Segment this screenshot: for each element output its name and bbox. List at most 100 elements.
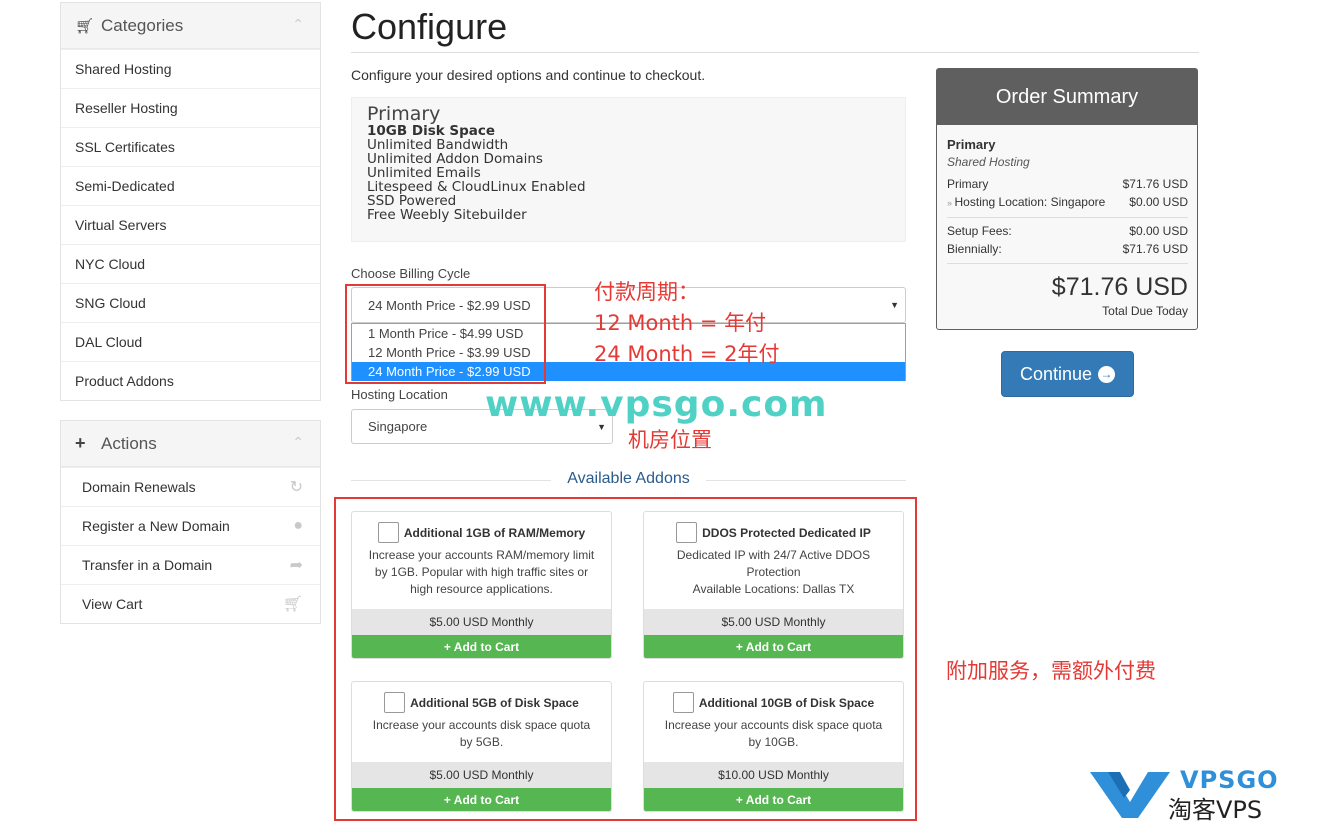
- addons-title: Available Addons: [567, 470, 690, 487]
- add-to-cart-button[interactable]: + Add to Cart: [352, 635, 611, 658]
- summary-product-name: Primary: [947, 137, 996, 152]
- sidebar-item-label: Transfer in a Domain: [82, 557, 213, 573]
- sidebar-item-ssl-certificates[interactable]: SSL Certificates: [61, 127, 320, 166]
- shopping-cart-icon: 🛒︎: [75, 17, 95, 35]
- addon-card-5gb-disk: Additional 5GB of Disk Space Increase yo…: [351, 681, 612, 812]
- product-feature: Free Weebly Sitebuilder: [367, 207, 527, 223]
- chevron-up-icon[interactable]: ⌃: [292, 434, 304, 451]
- summary-option-label: Hosting Location: Singapore: [954, 195, 1106, 209]
- annotation-location: 机房位置: [628, 428, 712, 452]
- vpsgo-logo-icon: [1090, 772, 1170, 822]
- addon-header: Additional 10GB of Disk Space: [644, 692, 903, 713]
- product-feature: Unlimited Bandwidth: [367, 137, 509, 153]
- annotation-billing-12: 12 Month = 年付: [594, 311, 767, 335]
- plus-icon: +: [443, 793, 451, 807]
- addon-price: $5.00 USD Monthly: [644, 609, 903, 635]
- sidebar-item-register-domain[interactable]: Register a New Domain ●: [61, 506, 320, 545]
- sidebar-item-virtual-servers[interactable]: Virtual Servers: [61, 205, 320, 244]
- addon-checkbox[interactable]: [377, 522, 399, 543]
- sidebar-item-view-cart[interactable]: View Cart 🛒︎: [61, 584, 320, 623]
- summary-option-value: $0.00 USD: [1129, 195, 1188, 209]
- sidebar-item-transfer-domain[interactable]: Transfer in a Domain ➦: [61, 545, 320, 584]
- arrow-right-circle-icon: →: [1098, 365, 1116, 383]
- addon-desc-line: Dedicated IP with 24/7 Active DDOS: [676, 548, 871, 562]
- add-to-cart-button[interactable]: + Add to Cart: [352, 788, 611, 811]
- actions-panel: + Actions ⌃ Domain Renewals ↻ Register a…: [60, 420, 321, 624]
- addon-card-ddos-ip: DDOS Protected Dedicated IP Dedicated IP…: [643, 511, 904, 659]
- summary-total-label: Total Due Today: [1102, 304, 1188, 318]
- sidebar-item-label: View Cart: [82, 596, 143, 612]
- addon-desc-line: by 10GB.: [748, 735, 799, 749]
- refresh-icon: ↻: [289, 479, 303, 496]
- summary-line-option: » Hosting Location: Singapore $0.00 USD: [947, 195, 1188, 209]
- page-title: Configure: [351, 6, 508, 47]
- product-feature: Litespeed & CloudLinux Enabled: [367, 179, 586, 195]
- add-to-cart-button[interactable]: + Add to Cart: [644, 635, 903, 658]
- addon-name: Additional 10GB of Disk Space: [698, 695, 875, 710]
- addon-price: $5.00 USD Monthly: [352, 609, 611, 635]
- summary-line-label: Primary: [947, 177, 989, 191]
- addon-checkbox[interactable]: [672, 692, 694, 713]
- addon-desc-line: Increase your accounts RAM/memory limit: [368, 548, 595, 562]
- categories-title: Categories: [101, 15, 184, 35]
- annotation-addons: 附加服务，需额外付费: [946, 659, 1156, 683]
- sidebar-item-sng-cloud[interactable]: SNG Cloud: [61, 283, 320, 322]
- order-summary-body: Primary Shared Hosting Primary $71.76 US…: [947, 125, 1188, 318]
- plus-icon: +: [75, 433, 86, 453]
- addon-description: Dedicated IP with 24/7 Active DDOS Prote…: [644, 547, 903, 598]
- addon-name: Additional 1GB of RAM/Memory: [403, 525, 586, 540]
- plus-icon: +: [443, 640, 451, 654]
- sidebar-item-label: Register a New Domain: [82, 518, 230, 534]
- hosting-location-value: Singapore: [368, 419, 428, 434]
- addon-card-ram: Additional 1GB of RAM/Memory Increase yo…: [351, 511, 612, 659]
- categories-header[interactable]: 🛒︎ Categories ⌃: [61, 3, 320, 49]
- chevron-up-icon[interactable]: ⌃: [292, 16, 304, 33]
- add-to-cart-button[interactable]: + Add to Cart: [644, 788, 903, 811]
- summary-line-product: Primary $71.76 USD: [947, 177, 1188, 191]
- annotation-billing-24: 24 Month = 2年付: [594, 342, 780, 366]
- continue-label: Continue: [1019, 363, 1093, 384]
- summary-setup-value: $0.00 USD: [1129, 224, 1188, 238]
- addon-desc-line: Increase your accounts disk space quota: [372, 718, 591, 732]
- sidebar-item-dal-cloud[interactable]: DAL Cloud: [61, 322, 320, 361]
- plus-icon: +: [735, 640, 743, 654]
- summary-product-group: Shared Hosting: [947, 155, 1030, 169]
- order-summary: Order Summary Primary Shared Hosting Pri…: [936, 68, 1198, 330]
- addon-price: $10.00 USD Monthly: [644, 762, 903, 788]
- order-summary-title: Order Summary: [937, 69, 1197, 125]
- sidebar-item-shared-hosting[interactable]: Shared Hosting: [61, 49, 320, 88]
- add-to-cart-label: Add to Cart: [745, 640, 812, 654]
- add-to-cart-label: Add to Cart: [745, 793, 812, 807]
- summary-setup-fees: Setup Fees: $0.00 USD: [947, 224, 1188, 238]
- sidebar-item-product-addons[interactable]: Product Addons: [61, 361, 320, 400]
- addon-desc-line: Protection: [746, 565, 801, 579]
- billing-highlight-box: [345, 284, 546, 384]
- billing-cycle-label: Choose Billing Cycle: [351, 266, 471, 281]
- actions-header[interactable]: + Actions ⌃: [61, 421, 320, 467]
- sidebar-item-domain-renewals[interactable]: Domain Renewals ↻: [61, 467, 320, 506]
- sidebar-item-semi-dedicated[interactable]: Semi-Dedicated: [61, 166, 320, 205]
- continue-button[interactable]: Continue →: [1001, 351, 1134, 397]
- addon-desc-line: by 5GB.: [459, 735, 504, 749]
- summary-cycle-label: Biennially:: [947, 242, 1002, 256]
- divider: [947, 217, 1188, 218]
- sidebar-item-nyc-cloud[interactable]: NYC Cloud: [61, 244, 320, 283]
- addon-checkbox[interactable]: [676, 522, 698, 543]
- addon-description: Increase your accounts disk space quota …: [352, 717, 611, 751]
- page-subtitle: Configure your desired options and conti…: [351, 67, 706, 83]
- product-feature: SSD Powered: [367, 193, 457, 209]
- share-arrow-icon: ➦: [289, 557, 303, 574]
- add-to-cart-label: Add to Cart: [453, 640, 520, 654]
- addon-desc-line: Available Locations: Dallas TX: [692, 582, 855, 596]
- addon-desc-line: high resource applications.: [410, 582, 553, 596]
- addons-heading: Available Addons: [351, 470, 906, 490]
- summary-cycle: Biennially: $71.76 USD: [947, 242, 1188, 256]
- summary-cycle-value: $71.76 USD: [1122, 242, 1188, 256]
- addon-checkbox[interactable]: [384, 692, 406, 713]
- sidebar-item-label: Domain Renewals: [82, 479, 196, 495]
- product-feature: 10GB Disk Space: [367, 123, 496, 139]
- product-feature: Unlimited Emails: [367, 165, 481, 181]
- addon-header: DDOS Protected Dedicated IP: [644, 522, 903, 543]
- sidebar-item-reseller-hosting[interactable]: Reseller Hosting: [61, 88, 320, 127]
- addon-desc-line: by 1GB. Popular with high traffic sites …: [374, 565, 589, 579]
